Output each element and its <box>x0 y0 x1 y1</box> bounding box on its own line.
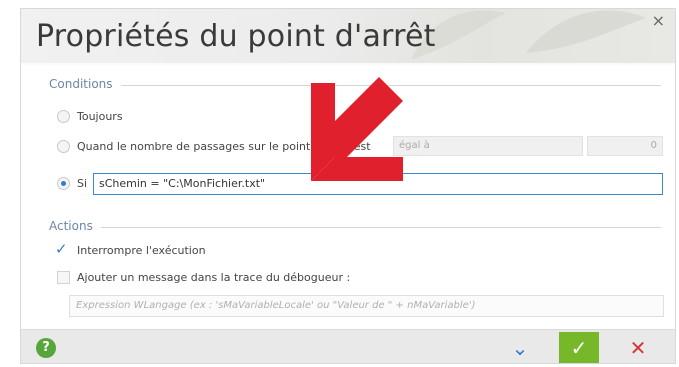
interrupt-label: Interrompre l'exécution <box>77 244 206 257</box>
red-arrow-annotation <box>311 77 403 181</box>
always-label: Toujours <box>77 110 123 123</box>
actions-section-label: Actions <box>49 219 93 233</box>
radio-pass-count[interactable] <box>57 140 70 153</box>
cancel-button[interactable]: ✕ <box>617 332 659 363</box>
decorative-leaf <box>526 10 646 53</box>
conditions-section-label: Conditions <box>49 77 113 91</box>
interrupt-checkbox[interactable]: ✓ <box>55 240 68 258</box>
log-expression-input[interactable]: Expression WLangage (ex : 'sMaVariableLo… <box>69 295 664 317</box>
log-message-label: Ajouter un message dans la trace du débo… <box>77 271 351 284</box>
dialog-titlebar: Propriétés du point d'arrêt × <box>21 9 675 63</box>
radio-always[interactable] <box>57 110 70 123</box>
if-label: Si <box>77 177 88 190</box>
dialog-footer: ? ⌄ ✓ ✕ <box>21 329 675 363</box>
ok-button[interactable]: ✓ <box>559 332 599 363</box>
radio-if[interactable] <box>57 177 70 190</box>
expand-button[interactable]: ⌄ <box>499 332 541 363</box>
dialog-title: Propriétés du point d'arrêt <box>36 19 436 54</box>
log-message-checkbox[interactable] <box>57 271 70 284</box>
actions-divider <box>101 227 661 228</box>
pass-count-input[interactable]: 0 <box>587 136 663 156</box>
breakpoint-properties-dialog: Propriétés du point d'arrêt × Conditions… <box>20 8 676 364</box>
close-icon[interactable]: × <box>652 11 665 30</box>
help-icon[interactable]: ? <box>36 338 56 358</box>
